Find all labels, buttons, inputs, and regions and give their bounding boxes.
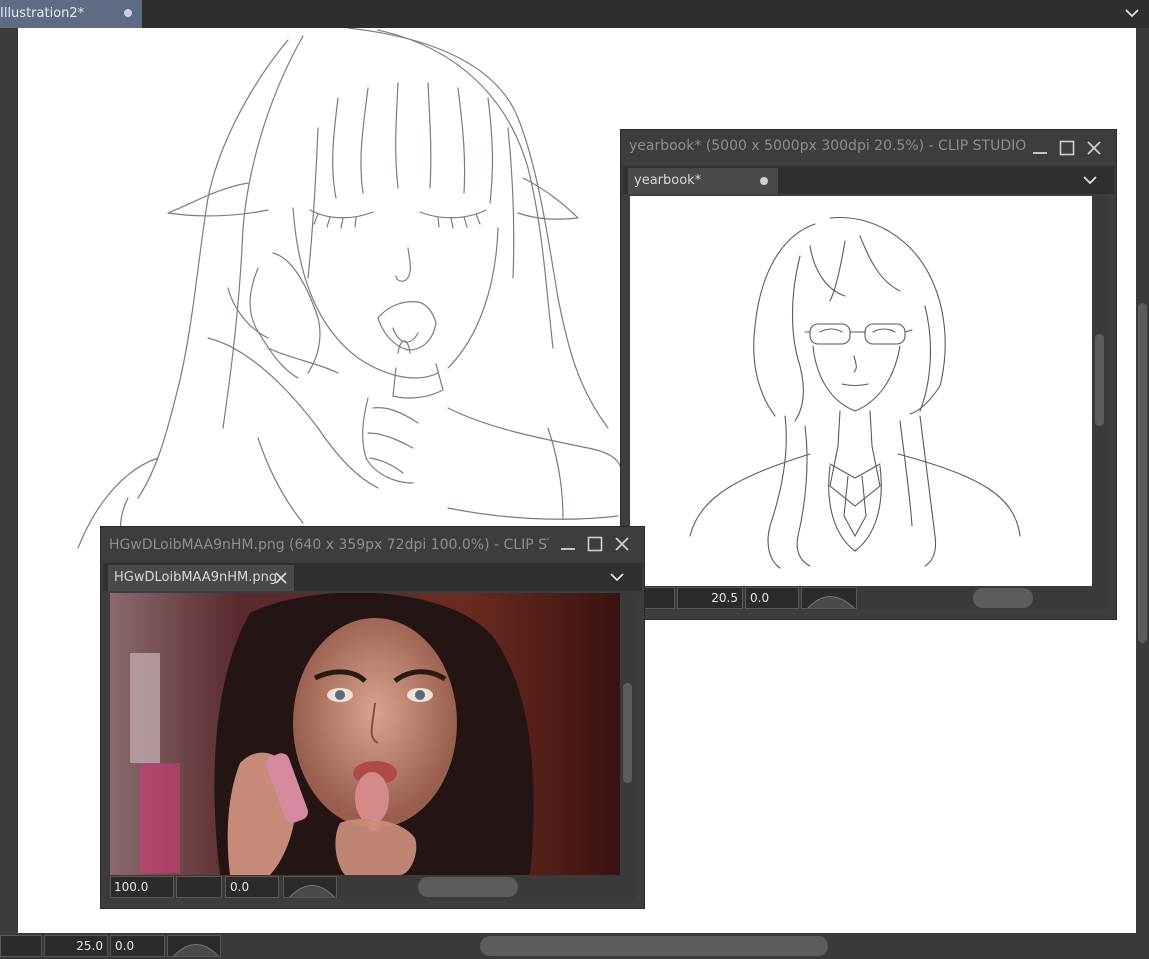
window-title: yearbook* (5000 x 5000px 300dpi 20.5%) -… <box>629 138 1027 154</box>
rotation-field[interactable]: 0.0 <box>225 876 279 898</box>
zoom-field[interactable]: 25.0 <box>44 935 108 957</box>
yearbook-window[interactable]: yearbook* (5000 x 5000px 300dpi 20.5%) -… <box>621 130 1116 619</box>
maximize-icon[interactable] <box>586 535 604 553</box>
reference-horizontal-scroll-thumb[interactable] <box>418 877 518 897</box>
reference-tab-bar: HGwDLoibMAA9nHM.png <box>103 563 642 591</box>
reference-window[interactable]: HGwDLoibMAA9nHM.png (640 x 359px 72dpi 1… <box>101 527 644 908</box>
reference-status-bar: 100.0 0.0 <box>103 875 636 899</box>
tab-label: yearbook* <box>634 173 702 188</box>
chevron-down-icon[interactable] <box>1125 6 1139 20</box>
window-title: HGwDLoibMAA9nHM.png (640 x 359px 72dpi 1… <box>109 537 549 553</box>
yearbook-canvas[interactable] <box>630 196 1092 586</box>
main-tab-bar: Illustration2* <box>0 0 1149 28</box>
close-icon[interactable] <box>613 535 631 553</box>
tab-reference-image[interactable]: HGwDLoibMAA9nHM.png <box>108 565 294 591</box>
zoom-field[interactable]: 20.5 <box>677 587 743 609</box>
tab-close-dot-icon[interactable] <box>124 9 132 17</box>
left-gutter <box>0 28 18 933</box>
navigator-button[interactable] <box>0 935 42 957</box>
tab-yearbook[interactable]: yearbook* <box>628 168 778 194</box>
minimize-icon[interactable] <box>1031 139 1049 157</box>
tab-close-dot-icon[interactable] <box>760 177 768 185</box>
reference-photo <box>110 593 620 875</box>
rotation-field[interactable]: 0.0 <box>110 935 165 957</box>
chevron-down-icon[interactable] <box>1083 173 1097 187</box>
maximize-icon[interactable] <box>1058 139 1076 157</box>
tab-illustration2[interactable]: Illustration2* <box>0 0 142 28</box>
zoom-field[interactable]: 100.0 <box>110 876 174 898</box>
yearbook-sketch <box>689 216 1021 569</box>
main-vertical-scrollbar[interactable] <box>1136 28 1149 933</box>
main-status-bar: 25.0 0.0 <box>0 933 1149 959</box>
close-icon[interactable] <box>1085 139 1103 157</box>
tab-label: Illustration2* <box>0 6 85 21</box>
yearbook-tab-bar: yearbook* <box>623 166 1114 194</box>
chevron-down-icon[interactable] <box>610 570 624 584</box>
tab-label: HGwDLoibMAA9nHM.png <box>114 570 278 585</box>
yearbook-vertical-scrollbar[interactable] <box>1092 196 1108 586</box>
yearbook-vertical-scroll-thumb[interactable] <box>1095 334 1104 426</box>
main-vertical-scroll-thumb[interactable] <box>1138 303 1147 643</box>
reference-vertical-scroll-thumb[interactable] <box>623 683 632 783</box>
reference-photo-canvas[interactable] <box>110 593 620 875</box>
rotation-dial[interactable] <box>283 876 337 898</box>
yearbook-status-bar: 20.5 0.0 <box>621 586 1108 610</box>
zoom-slider-button[interactable] <box>176 876 222 898</box>
rotation-field[interactable]: 0.0 <box>745 587 799 609</box>
rotation-dial[interactable] <box>801 587 857 609</box>
yearbook-horizontal-scroll-thumb[interactable] <box>973 588 1033 608</box>
rotation-dial[interactable] <box>167 935 221 957</box>
reference-vertical-scrollbar[interactable] <box>620 593 636 875</box>
minimize-icon[interactable] <box>559 535 577 553</box>
main-horizontal-scroll-thumb[interactable] <box>480 936 828 956</box>
tab-close-x-icon[interactable] <box>274 571 288 585</box>
